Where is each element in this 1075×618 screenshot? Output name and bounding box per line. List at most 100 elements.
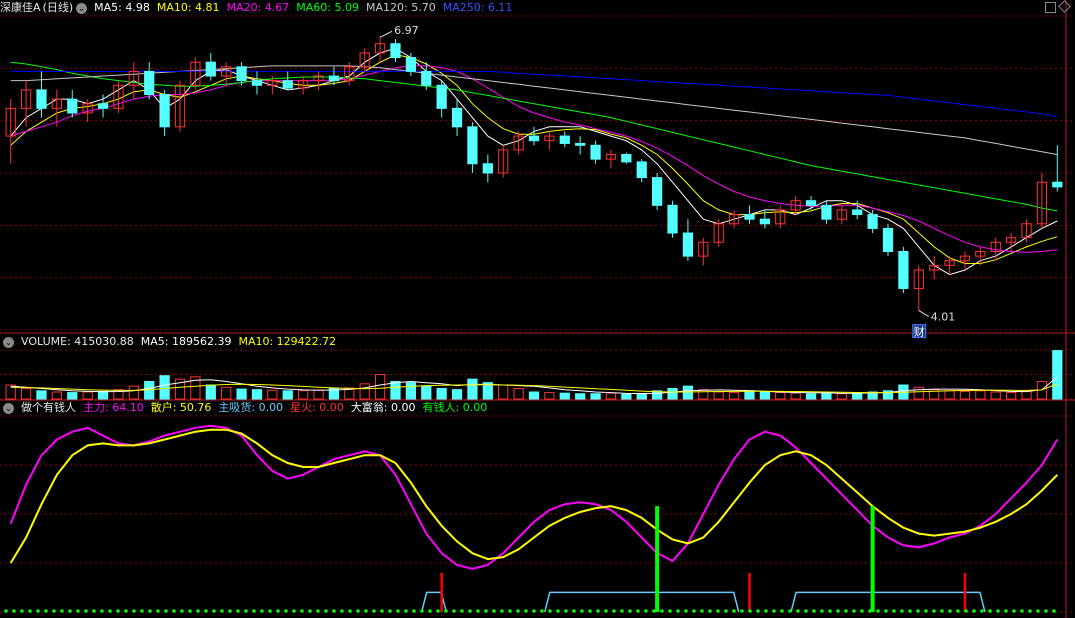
baseline-dot: [52, 609, 56, 613]
volume-bar: [836, 393, 847, 400]
baseline-dot: [316, 609, 320, 613]
volume-bar: [67, 392, 78, 400]
baseline-dot: [284, 609, 288, 613]
candle-body: [159, 94, 170, 128]
baseline-dot: [828, 609, 832, 613]
baseline-dot: [788, 609, 792, 613]
baseline-dot: [772, 609, 776, 613]
candle-body: [590, 144, 601, 160]
baseline-dot: [964, 609, 968, 613]
baseline-dot: [916, 609, 920, 613]
baseline-dot: [468, 609, 472, 613]
ma20-value: MA20: 4.67: [226, 1, 290, 14]
candle-body: [636, 161, 647, 179]
candle-body: [97, 103, 109, 109]
zhuxihuo-value: 主吸货: 0.00: [218, 401, 284, 414]
volume-bar: [36, 390, 47, 400]
baseline-dot: [780, 609, 784, 613]
ma60-value: MA60: 5.09: [296, 1, 359, 14]
baseline-dot: [812, 609, 816, 613]
baseline-dot: [332, 609, 336, 613]
baseline-dot: [764, 609, 768, 613]
baseline-dot: [212, 609, 216, 613]
chevron-down-icon[interactable]: ⌄: [3, 402, 14, 414]
volume-ma10-value: MA10: 129422.72: [238, 335, 337, 348]
window-diamond-icon[interactable]: [1058, 0, 1071, 13]
baseline-dot: [1044, 609, 1048, 613]
candle-body: [821, 204, 832, 220]
baseline-dot: [644, 609, 648, 613]
volume-bar: [959, 390, 971, 400]
baseline-dot: [940, 609, 944, 613]
volume-bar: [97, 390, 109, 400]
baseline-dot: [836, 609, 840, 613]
baseline-dot: [820, 609, 824, 613]
candle-body: [1052, 181, 1063, 188]
baseline-dot: [620, 609, 624, 613]
baseline-dot: [652, 609, 656, 613]
baseline-dot: [604, 609, 608, 613]
candle-body: [898, 251, 909, 289]
volume-bar: [451, 389, 463, 400]
baseline-dot: [172, 609, 176, 613]
volume-bar: [359, 383, 370, 400]
volume-bar: [421, 385, 432, 400]
baseline-dot: [524, 609, 528, 613]
baseline-dot: [636, 609, 640, 613]
baseline-dot: [972, 609, 976, 613]
stock-chart-canvas[interactable]: 6.97 4.01 财: [0, 0, 1075, 618]
baseline-dot: [668, 609, 672, 613]
baseline-dot: [260, 609, 264, 613]
volume-ma5-value: MA5: 189562.39: [140, 335, 232, 348]
volume-bar: [636, 393, 647, 400]
baseline-dot: [1012, 609, 1016, 613]
low-pointer: [918, 310, 930, 318]
baseline-dot: [324, 609, 328, 613]
volume-bar: [1006, 392, 1017, 400]
volume-bar: [390, 381, 401, 400]
baseline-dot: [300, 609, 304, 613]
baseline-dot: [20, 609, 24, 613]
candle-body: [36, 89, 47, 109]
baseline-dot: [116, 609, 120, 613]
baseline-dot: [908, 609, 912, 613]
volume-bar: [236, 388, 247, 400]
main-legend: 深康佳A (日线) ⌄ MA5: 4.98 MA10: 4.81 MA20: 4…: [0, 1, 519, 15]
xinghuo-value: 星火: 0.00: [290, 401, 344, 414]
baseline-dot: [108, 609, 112, 613]
baseline-dot: [188, 609, 192, 613]
baseline-dot: [796, 609, 800, 613]
baseline-dot: [1036, 609, 1040, 613]
candle-body: [744, 214, 755, 220]
volume-bar: [667, 388, 678, 400]
baseline-dot: [516, 609, 520, 613]
volume-bar: [405, 382, 416, 400]
volume-bar: [298, 390, 309, 400]
baseline-dot: [956, 609, 960, 613]
window-toggle-icon[interactable]: [1045, 2, 1056, 13]
indicator-legend: ⌄ 做个有钱人 主力: 64.10 散户: 50.76 主吸货: 0.00 星火…: [0, 401, 494, 415]
stock-name: 深康佳A: [0, 1, 41, 14]
volume-bar: [513, 388, 524, 400]
baseline-dot: [1052, 609, 1056, 613]
baseline-dot: [860, 609, 864, 613]
baseline-dot: [740, 609, 744, 613]
baseline-dot: [396, 609, 400, 613]
candle-body: [251, 80, 263, 86]
baseline-dot: [492, 609, 496, 613]
baseline-dot: [268, 609, 272, 613]
volume-bar: [698, 389, 709, 400]
baseline-dot: [868, 609, 872, 613]
candle-body: [467, 126, 478, 165]
low-label: 4.01: [931, 311, 956, 324]
baseline-dot: [444, 609, 448, 613]
candle-body: [144, 70, 155, 96]
volume-bar: [590, 393, 601, 400]
chevron-down-icon[interactable]: ⌄: [76, 2, 88, 14]
volume-bar: [128, 385, 139, 400]
chevron-down-icon[interactable]: ⌄: [3, 336, 14, 348]
dafuweng-value: 大富翁: 0.00: [350, 401, 416, 414]
candle-body: [236, 66, 247, 82]
baseline-dot: [684, 609, 688, 613]
baseline-dot: [756, 609, 760, 613]
